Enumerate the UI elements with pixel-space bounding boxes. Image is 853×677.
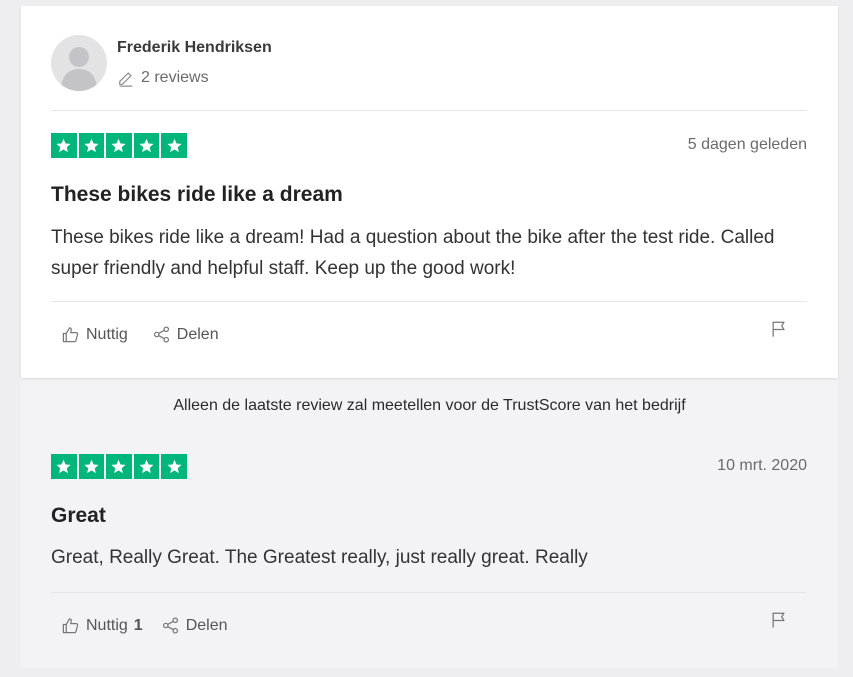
divider bbox=[51, 110, 807, 111]
star-icon bbox=[161, 133, 187, 158]
star-icon bbox=[133, 454, 160, 479]
star-rating bbox=[51, 133, 187, 158]
reviewer-reviews-panel: Frederik Hendriksen 2 reviews 5 dagen ge… bbox=[21, 6, 838, 668]
star-icon bbox=[161, 454, 187, 479]
share-label: Delen bbox=[176, 325, 219, 343]
star-icon bbox=[133, 133, 160, 158]
star-icon bbox=[78, 454, 105, 479]
flag-icon[interactable] bbox=[770, 611, 788, 629]
share-icon bbox=[162, 617, 178, 634]
divider bbox=[51, 301, 807, 302]
review-date: 10 mrt. 2020 bbox=[717, 457, 807, 474]
review-date: 5 dagen geleden bbox=[687, 136, 807, 153]
share-icon bbox=[153, 326, 169, 343]
review-actions: Nuttig 1 Delen bbox=[61, 616, 228, 635]
review-title[interactable]: These bikes ride like a dream bbox=[51, 183, 343, 207]
star-icon bbox=[51, 133, 77, 158]
review-text: These bikes ride like a dream! Had a que… bbox=[51, 227, 775, 279]
thumbs-up-icon bbox=[62, 327, 79, 343]
divider bbox=[51, 592, 807, 593]
useful-button[interactable]: Nuttig 1 bbox=[61, 616, 143, 635]
share-label: Delen bbox=[185, 616, 228, 634]
reviews-count: 2 reviews bbox=[117, 69, 209, 87]
reviews-count-label: 2 reviews bbox=[141, 69, 209, 86]
star-icon bbox=[78, 133, 105, 158]
reviewer-name[interactable]: Frederik Hendriksen bbox=[117, 39, 272, 57]
avatar[interactable] bbox=[51, 35, 107, 91]
latest-review-card: Frederik Hendriksen 2 reviews 5 dagen ge… bbox=[21, 6, 838, 378]
share-button[interactable]: Delen bbox=[161, 616, 228, 635]
useful-label: Nuttig bbox=[86, 616, 128, 634]
pencil-icon bbox=[119, 72, 133, 87]
user-avatar-icon bbox=[61, 47, 97, 91]
star-icon bbox=[106, 454, 132, 479]
useful-count: 1 bbox=[133, 616, 143, 634]
share-button[interactable]: Delen bbox=[152, 325, 219, 344]
review-actions: Nuttig Delen bbox=[61, 325, 219, 344]
useful-label: Nuttig bbox=[86, 325, 128, 343]
review-text: Great, Really Great. The Greatest really… bbox=[51, 547, 588, 568]
star-icon bbox=[106, 133, 132, 158]
useful-button[interactable]: Nuttig bbox=[61, 325, 134, 344]
thumbs-up-icon bbox=[62, 618, 79, 634]
trustscore-note: Alleen de laatste review zal meetellen v… bbox=[173, 397, 686, 414]
star-rating bbox=[51, 454, 187, 479]
star-icon bbox=[51, 454, 77, 479]
flag-icon[interactable] bbox=[770, 320, 788, 338]
review-title[interactable]: Great bbox=[51, 504, 106, 528]
